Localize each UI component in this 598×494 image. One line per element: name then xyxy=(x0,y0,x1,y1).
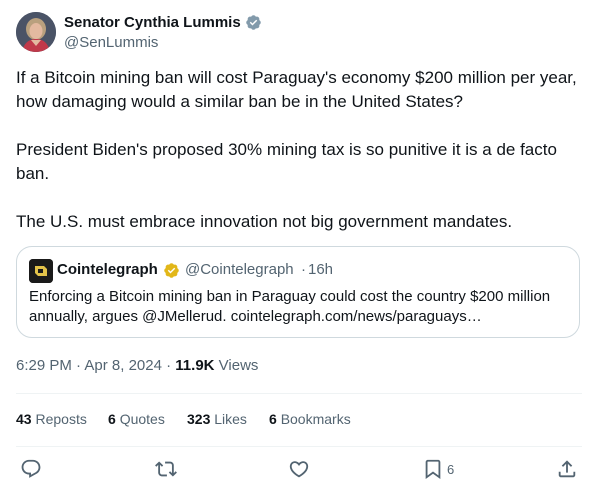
likes-label: Likes xyxy=(214,411,247,427)
verified-badge-gold-icon[interactable] xyxy=(163,262,180,279)
tweet-text: If a Bitcoin mining ban will cost Paragu… xyxy=(16,66,581,234)
reply-button[interactable] xyxy=(20,458,42,482)
repost-icon xyxy=(155,461,177,477)
quote-author-handle[interactable]: @Cointelegraph xyxy=(185,260,294,280)
likes-count: 323 xyxy=(187,411,211,427)
heart-icon xyxy=(289,461,309,478)
quote-author-name[interactable]: Cointelegraph xyxy=(57,260,158,280)
bookmark-button[interactable] xyxy=(422,458,444,482)
author-name[interactable]: Senator Cynthia Lummis xyxy=(64,13,241,33)
likes-stat[interactable]: 323 Likes xyxy=(187,409,247,429)
quoted-tweet-card[interactable]: Cointelegraph @Cointelegraph · 16h Enfor… xyxy=(16,246,580,338)
quote-text: Enforcing a Bitcoin mining ban in Paragu… xyxy=(29,288,551,325)
tweet-detail: Senator Cynthia Lummis @SenLummis If a B… xyxy=(0,0,598,494)
separator-dot: · xyxy=(301,261,306,278)
divider xyxy=(16,446,582,447)
divider xyxy=(16,393,582,394)
bookmarks-stat[interactable]: 6 Bookmarks xyxy=(269,409,351,429)
views-count[interactable]: 11.9K xyxy=(175,357,214,374)
author-handle[interactable]: @SenLummis xyxy=(64,33,158,53)
separator-dot: · xyxy=(76,357,82,374)
reply-icon xyxy=(21,459,41,478)
quotes-count: 6 xyxy=(108,411,116,427)
quotes-label: Quotes xyxy=(119,411,165,427)
share-icon xyxy=(558,460,576,478)
reposts-stat[interactable]: 43 Reposts xyxy=(16,409,87,429)
reposts-count: 43 xyxy=(16,411,32,427)
bookmark-action-count: 6 xyxy=(447,462,455,477)
tweet-paragraph: If a Bitcoin mining ban will cost Paragu… xyxy=(16,68,577,111)
tweet-meta: 6:29 PM · Apr 8, 2024 · 11.9K Views xyxy=(16,356,258,376)
tweet-header: Senator Cynthia Lummis @SenLummis xyxy=(16,12,576,52)
tweet-paragraph: The U.S. must embrace innovation not big… xyxy=(16,212,513,231)
tweet-time[interactable]: 6:29 PM xyxy=(16,357,72,374)
separator-dot: · xyxy=(166,357,172,374)
quote-avatar[interactable] xyxy=(29,259,53,283)
like-button[interactable] xyxy=(288,458,310,482)
repost-button[interactable] xyxy=(155,458,177,482)
bookmarks-count: 6 xyxy=(269,411,277,427)
tweet-paragraph: President Biden's proposed 30% mining ta… xyxy=(16,140,557,183)
verified-badge-gray-icon[interactable] xyxy=(245,14,262,31)
bookmark-icon xyxy=(425,459,441,480)
avatar[interactable] xyxy=(16,12,56,52)
tweet-date[interactable]: Apr 8, 2024 xyxy=(84,357,162,374)
bookmarks-label: Bookmarks xyxy=(280,411,351,427)
reposts-label: Reposts xyxy=(35,411,87,427)
views-label: Views xyxy=(218,357,259,374)
quote-timestamp[interactable]: 16h xyxy=(308,260,333,280)
share-button[interactable] xyxy=(556,458,578,482)
quotes-stat[interactable]: 6 Quotes xyxy=(108,409,165,429)
